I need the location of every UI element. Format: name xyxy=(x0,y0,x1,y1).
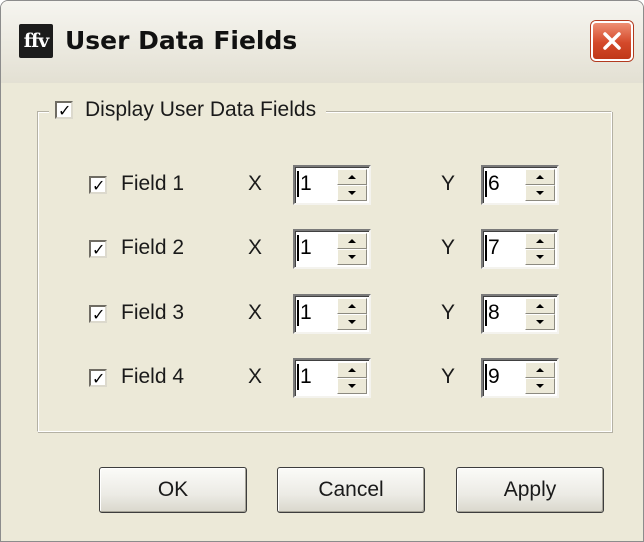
display-user-data-fields-checkbox[interactable]: ✓ xyxy=(55,101,73,119)
spin-up-button[interactable] xyxy=(337,169,367,185)
y-label: Y xyxy=(441,365,456,388)
x-label: X xyxy=(248,172,263,195)
arrow-up-icon xyxy=(536,175,544,179)
arrow-down-icon xyxy=(536,320,544,324)
display-user-data-fields-label: Display User Data Fields xyxy=(85,98,317,121)
field-2-y-spinbox[interactable]: 7 xyxy=(481,229,559,269)
field-row-4: ✓ Field 4 X 1 Y 9 xyxy=(1,358,643,398)
spin-up-button[interactable] xyxy=(525,233,555,249)
spin-down-button[interactable] xyxy=(337,249,367,265)
dialog-window: ffv User Data Fields ✓ Display User Data… xyxy=(0,0,644,542)
y-label: Y xyxy=(441,301,456,324)
check-mark-icon: ✓ xyxy=(92,305,106,324)
spin-up-button[interactable] xyxy=(525,169,555,185)
spin-down-button[interactable] xyxy=(525,249,555,265)
field-4-label: Field 4 xyxy=(121,365,185,388)
field-4-y-spinbox[interactable]: 9 xyxy=(481,358,559,398)
arrow-up-icon xyxy=(536,304,544,308)
window-title: User Data Fields xyxy=(65,26,298,55)
spin-buttons xyxy=(337,233,367,265)
arrow-up-icon xyxy=(536,368,544,372)
x-label: X xyxy=(248,301,263,324)
y-label: Y xyxy=(441,236,456,259)
arrow-up-icon xyxy=(536,239,544,243)
spin-down-button[interactable] xyxy=(337,378,367,394)
apply-button[interactable]: Apply xyxy=(456,467,604,513)
field-4-x-value[interactable]: 1 xyxy=(297,364,312,390)
field-1-x-spinbox[interactable]: 1 xyxy=(293,165,371,205)
check-mark-icon: ✓ xyxy=(92,369,106,388)
arrow-up-icon xyxy=(348,368,356,372)
spin-buttons xyxy=(337,362,367,394)
arrow-down-icon xyxy=(348,255,356,259)
spin-up-button[interactable] xyxy=(337,298,367,314)
field-1-x-value[interactable]: 1 xyxy=(297,171,312,197)
field-3-x-value[interactable]: 1 xyxy=(297,300,312,326)
arrow-up-icon xyxy=(348,175,356,179)
field-3-checkbox[interactable]: ✓ xyxy=(89,305,107,323)
arrow-up-icon xyxy=(348,304,356,308)
spin-up-button[interactable] xyxy=(525,298,555,314)
arrow-down-icon xyxy=(348,191,356,195)
spin-buttons xyxy=(525,362,555,394)
check-mark-icon: ✓ xyxy=(58,101,72,120)
spin-up-button[interactable] xyxy=(337,362,367,378)
spin-buttons xyxy=(337,298,367,330)
spin-down-button[interactable] xyxy=(337,314,367,330)
spin-down-button[interactable] xyxy=(525,185,555,201)
cancel-button[interactable]: Cancel xyxy=(277,467,425,513)
check-mark-icon: ✓ xyxy=(92,176,106,195)
arrow-down-icon xyxy=(348,320,356,324)
field-1-label: Field 1 xyxy=(121,172,185,195)
field-row-2: ✓ Field 2 X 1 Y 7 xyxy=(1,229,643,269)
field-2-label: Field 2 xyxy=(121,236,185,259)
arrow-down-icon xyxy=(348,384,356,388)
field-3-y-spinbox[interactable]: 8 xyxy=(481,294,559,334)
display-user-data-fields-toggle[interactable]: ✓ Display User Data Fields xyxy=(49,93,327,127)
field-2-checkbox[interactable]: ✓ xyxy=(89,240,107,258)
field-3-label: Field 3 xyxy=(121,301,185,324)
close-x-icon xyxy=(603,32,621,50)
spin-buttons xyxy=(525,233,555,265)
app-icon: ffv xyxy=(19,24,53,58)
field-2-x-value[interactable]: 1 xyxy=(297,235,312,261)
field-1-checkbox[interactable]: ✓ xyxy=(89,176,107,194)
spin-buttons xyxy=(337,169,367,201)
spin-down-button[interactable] xyxy=(525,314,555,330)
spin-down-button[interactable] xyxy=(525,378,555,394)
field-1-y-value[interactable]: 6 xyxy=(485,171,500,197)
field-4-y-value[interactable]: 9 xyxy=(485,364,500,390)
x-label: X xyxy=(248,365,263,388)
x-label: X xyxy=(248,236,263,259)
field-4-checkbox[interactable]: ✓ xyxy=(89,369,107,387)
arrow-up-icon xyxy=(348,239,356,243)
spin-up-button[interactable] xyxy=(337,233,367,249)
arrow-down-icon xyxy=(536,191,544,195)
close-button[interactable] xyxy=(591,21,633,61)
arrow-down-icon xyxy=(536,255,544,259)
y-label: Y xyxy=(441,172,456,195)
field-4-x-spinbox[interactable]: 1 xyxy=(293,358,371,398)
field-3-x-spinbox[interactable]: 1 xyxy=(293,294,371,334)
spin-buttons xyxy=(525,169,555,201)
field-row-3: ✓ Field 3 X 1 Y 8 xyxy=(1,294,643,334)
title-bar[interactable]: ffv User Data Fields xyxy=(1,1,643,83)
field-2-x-spinbox[interactable]: 1 xyxy=(293,229,371,269)
field-1-y-spinbox[interactable]: 6 xyxy=(481,165,559,205)
spin-up-button[interactable] xyxy=(525,362,555,378)
arrow-down-icon xyxy=(536,384,544,388)
ok-button[interactable]: OK xyxy=(99,467,247,513)
spin-buttons xyxy=(525,298,555,330)
field-3-y-value[interactable]: 8 xyxy=(485,300,500,326)
check-mark-icon: ✓ xyxy=(92,240,106,259)
field-2-y-value[interactable]: 7 xyxy=(485,235,500,261)
spin-down-button[interactable] xyxy=(337,185,367,201)
field-row-1: ✓ Field 1 X 1 Y 6 xyxy=(1,165,643,205)
